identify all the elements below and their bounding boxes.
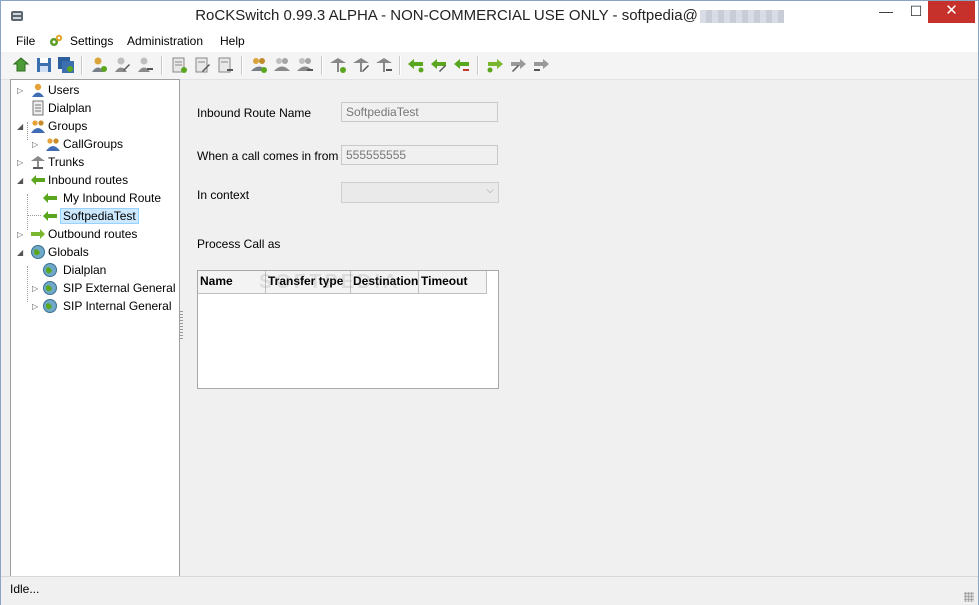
expand-arrow-icon[interactable]: ▷ — [32, 140, 38, 149]
expand-arrow-icon[interactable]: ▷ — [17, 230, 23, 239]
menu-administration[interactable]: Administration — [127, 34, 203, 48]
edit-inbound-route-icon[interactable] — [429, 55, 449, 75]
add-group-icon[interactable] — [249, 55, 269, 75]
window-title: RoCKSwitch 0.99.3 ALPHA - NON-COMMERCIAL… — [195, 7, 698, 24]
menu-help[interactable]: Help — [220, 34, 245, 48]
tree-item-label: Users — [48, 83, 80, 97]
delete-user-icon[interactable] — [135, 55, 155, 75]
panel-splitter[interactable] — [180, 311, 183, 339]
redacted-email-mask — [699, 9, 784, 23]
group-icon — [31, 120, 45, 133]
toolbar-separator — [161, 56, 163, 75]
chevron-down-icon: ⌵ — [486, 185, 494, 196]
globe-icon — [43, 299, 57, 313]
menu-file[interactable]: File — [16, 34, 35, 48]
title-bar[interactable]: RoCKSwitch 0.99.3 ALPHA - NON-COMMERCIAL… — [1, 1, 978, 31]
tree-item-label: SIP Internal General — [63, 299, 172, 313]
refresh-icon[interactable] — [11, 55, 31, 75]
edit-outbound-route-icon[interactable] — [508, 55, 528, 75]
toolbar-separator — [477, 56, 479, 75]
menu-bar: File Settings Administration Help — [1, 31, 978, 52]
add-dialplan-icon[interactable] — [169, 55, 189, 75]
tree-item-label: Dialplan — [48, 101, 92, 115]
save-icon[interactable] — [34, 55, 54, 75]
toolbar-separator — [241, 56, 243, 75]
inbound-arrow-icon — [43, 193, 57, 203]
resize-grip-icon[interactable] — [964, 592, 974, 602]
edit-trunk-icon[interactable] — [351, 55, 371, 75]
expand-arrow-icon[interactable]: ▷ — [17, 86, 23, 95]
app-window: RoCKSwitch 0.99.3 ALPHA - NON-COMMERCIAL… — [0, 0, 979, 605]
expand-arrow-icon[interactable]: ▷ — [32, 284, 38, 293]
route-name-label: Inbound Route Name — [197, 106, 312, 120]
globe-icon — [43, 281, 57, 295]
column-header-destination[interactable]: Destination — [351, 271, 419, 294]
user-icon — [32, 83, 44, 97]
outbound-arrow-icon — [31, 229, 45, 239]
column-header-timeout[interactable]: Timeout — [419, 271, 487, 294]
tree-item-label: CallGroups — [63, 137, 124, 151]
tree-connector — [27, 122, 28, 140]
delete-inbound-route-icon[interactable] — [452, 55, 472, 75]
callgroup-icon — [46, 138, 60, 151]
edit-dialplan-icon[interactable] — [192, 55, 212, 75]
add-user-icon[interactable] — [89, 55, 109, 75]
tree-item-label-selected: SoftpediaTest — [60, 208, 139, 224]
tree-connector — [27, 215, 41, 216]
tree-item-label: Groups — [48, 119, 88, 133]
expand-arrow-icon[interactable]: ▷ — [32, 302, 38, 311]
add-outbound-route-icon[interactable] — [485, 55, 505, 75]
call-from-label: When a call comes in from — [197, 149, 339, 163]
close-button[interactable]: ✕ — [928, 1, 975, 23]
edit-group-icon[interactable] — [272, 55, 292, 75]
call-from-input[interactable] — [341, 145, 498, 165]
window-title-wrap: RoCKSwitch 0.99.3 ALPHA - NON-COMMERCIAL… — [1, 7, 978, 24]
tree-item-label: Inbound routes — [48, 173, 129, 187]
dialplan-icon — [32, 100, 44, 116]
navigation-tree: ▷ Users Dialplan ◢ Groups ▷ CallGroups ▷… — [10, 79, 180, 577]
inbound-arrow-icon — [43, 211, 57, 221]
settings-gear-icon — [50, 34, 63, 46]
toolbar-separator — [399, 56, 401, 75]
delete-outbound-route-icon[interactable] — [531, 55, 551, 75]
tree-item-label: SIP External General — [63, 281, 176, 295]
context-label: In context — [197, 188, 250, 202]
status-bar: Idle... — [1, 576, 978, 605]
status-text: Idle... — [10, 582, 40, 596]
inbound-arrow-icon — [31, 175, 45, 185]
column-header-transfer-type[interactable]: Transfer type — [266, 271, 351, 294]
toolbar-separator — [321, 56, 323, 75]
expand-arrow-icon[interactable]: ▷ — [17, 158, 23, 167]
globe-icon — [31, 245, 45, 259]
toolbar — [1, 52, 978, 80]
menu-settings[interactable]: Settings — [70, 34, 113, 48]
tree-item-label: Globals — [48, 245, 89, 259]
tree-item-label: Outbound routes — [48, 227, 138, 241]
add-inbound-route-icon[interactable] — [406, 55, 426, 75]
minimize-button[interactable]: — — [871, 1, 901, 23]
context-select[interactable]: ⌵ — [341, 182, 499, 203]
add-trunk-icon[interactable] — [328, 55, 348, 75]
tree-item-label: Dialplan — [63, 263, 107, 277]
maximize-button[interactable]: ☐ — [901, 1, 931, 23]
delete-dialplan-icon[interactable] — [215, 55, 235, 75]
tree-connector — [27, 194, 28, 230]
tree-connector — [27, 266, 28, 302]
process-call-label: Process Call as — [197, 237, 281, 251]
collapse-arrow-icon[interactable]: ◢ — [17, 176, 23, 185]
trunk-icon — [31, 156, 45, 169]
collapse-arrow-icon[interactable]: ◢ — [17, 248, 23, 257]
column-header-name[interactable]: Name — [198, 271, 266, 294]
route-name-input[interactable] — [341, 102, 498, 122]
globe-icon — [43, 263, 57, 277]
edit-user-icon[interactable] — [112, 55, 132, 75]
toolbar-separator — [81, 56, 83, 75]
delete-group-icon[interactable] — [295, 55, 315, 75]
process-call-grid[interactable]: Name Transfer type Destination Timeout — [197, 270, 499, 389]
tree-item-label: Trunks — [48, 155, 85, 169]
delete-trunk-icon[interactable] — [374, 55, 394, 75]
save-all-icon[interactable] — [56, 55, 76, 75]
collapse-arrow-icon[interactable]: ◢ — [17, 122, 23, 131]
tree-item-label: My Inbound Route — [63, 191, 162, 205]
